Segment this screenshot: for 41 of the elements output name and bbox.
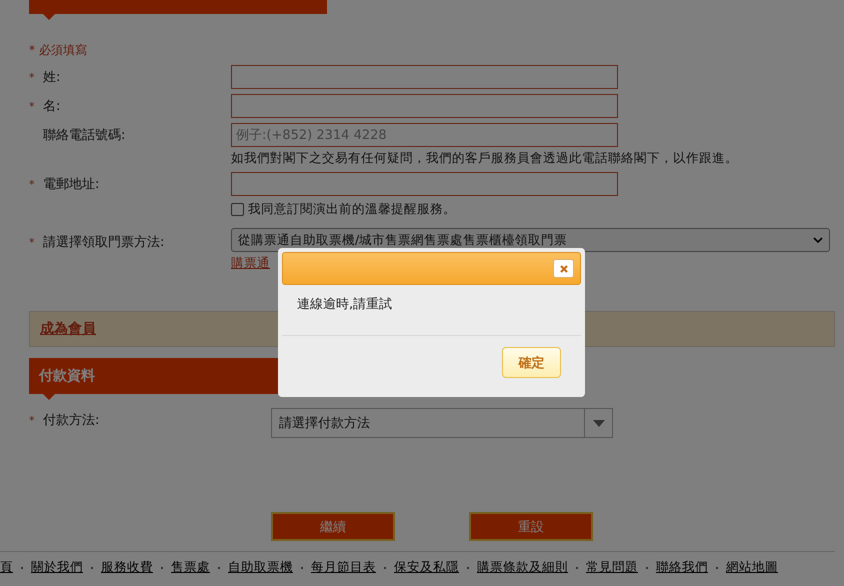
required-mark: * — [29, 100, 36, 112]
footer-link[interactable]: 售票處 — [171, 559, 210, 576]
field-label: 電郵地址: — [43, 176, 100, 193]
close-icon — [560, 264, 568, 272]
required-mark: * — [29, 236, 36, 248]
required-mark: * — [29, 70, 36, 84]
checkbox[interactable] — [231, 202, 244, 216]
field-label: 聯絡電話號碼: — [43, 127, 126, 144]
text-field[interactable]: 例子:(+852) 2314 4228 — [231, 123, 618, 147]
text-field[interactable] — [231, 65, 618, 89]
text-field[interactable] — [231, 172, 618, 196]
footer-link[interactable]: 每月節目表 — [311, 559, 376, 576]
footer-link[interactable]: 購票條款及細則 — [477, 559, 568, 576]
link[interactable]: 購票通 — [231, 255, 270, 272]
field-label: 付款方法: — [43, 412, 100, 429]
become-member-link[interactable]: 成為會員 — [40, 320, 96, 338]
footer-link[interactable]: 頁 — [0, 559, 13, 576]
footer-link[interactable]: 網站地圖 — [726, 559, 778, 576]
text-field[interactable] — [231, 94, 618, 118]
field-label: 請選擇領取門票方法: — [43, 234, 164, 251]
help-text: 如我們對閣下之交易有任何疑問，我們的客戶服務員會透過此電話聯絡閣下，以作跟進。 — [231, 150, 738, 167]
footer-link[interactable]: 關於我們 — [31, 559, 83, 576]
required-note: * 必須填寫 — [29, 42, 88, 59]
required-mark: * — [29, 414, 36, 426]
ok-button[interactable]: 確定 — [502, 347, 561, 378]
close-button[interactable] — [553, 259, 574, 278]
caret-down-icon — [592, 420, 604, 426]
chevron-down-icon — [813, 236, 823, 244]
footer-link[interactable]: 常見問題 — [586, 559, 638, 576]
footer-link[interactable]: 保安及私隱 — [394, 559, 459, 576]
required-mark: * — [29, 178, 36, 190]
footer-link[interactable]: 服務收費 — [101, 559, 153, 576]
pickup-method-dropdown[interactable]: 從購票通自助取票機/城市售票網售票處售票櫃檯領取門票 — [231, 228, 830, 252]
field-label: 名: — [43, 98, 60, 115]
section-title: 付款資料 — [39, 367, 95, 385]
field-label: 姓: — [43, 69, 60, 86]
footer-link[interactable]: 聯絡我們 — [656, 559, 708, 576]
checkbox-label: 我同意訂閱演出前的溫馨提醒服務。 — [248, 200, 456, 218]
dialog-message: 連線逾時,請重試 — [282, 285, 581, 336]
payment-method-dropdown[interactable]: 請選擇付款方法 — [271, 408, 613, 438]
footer-link[interactable]: 自助取票機 — [228, 559, 293, 576]
